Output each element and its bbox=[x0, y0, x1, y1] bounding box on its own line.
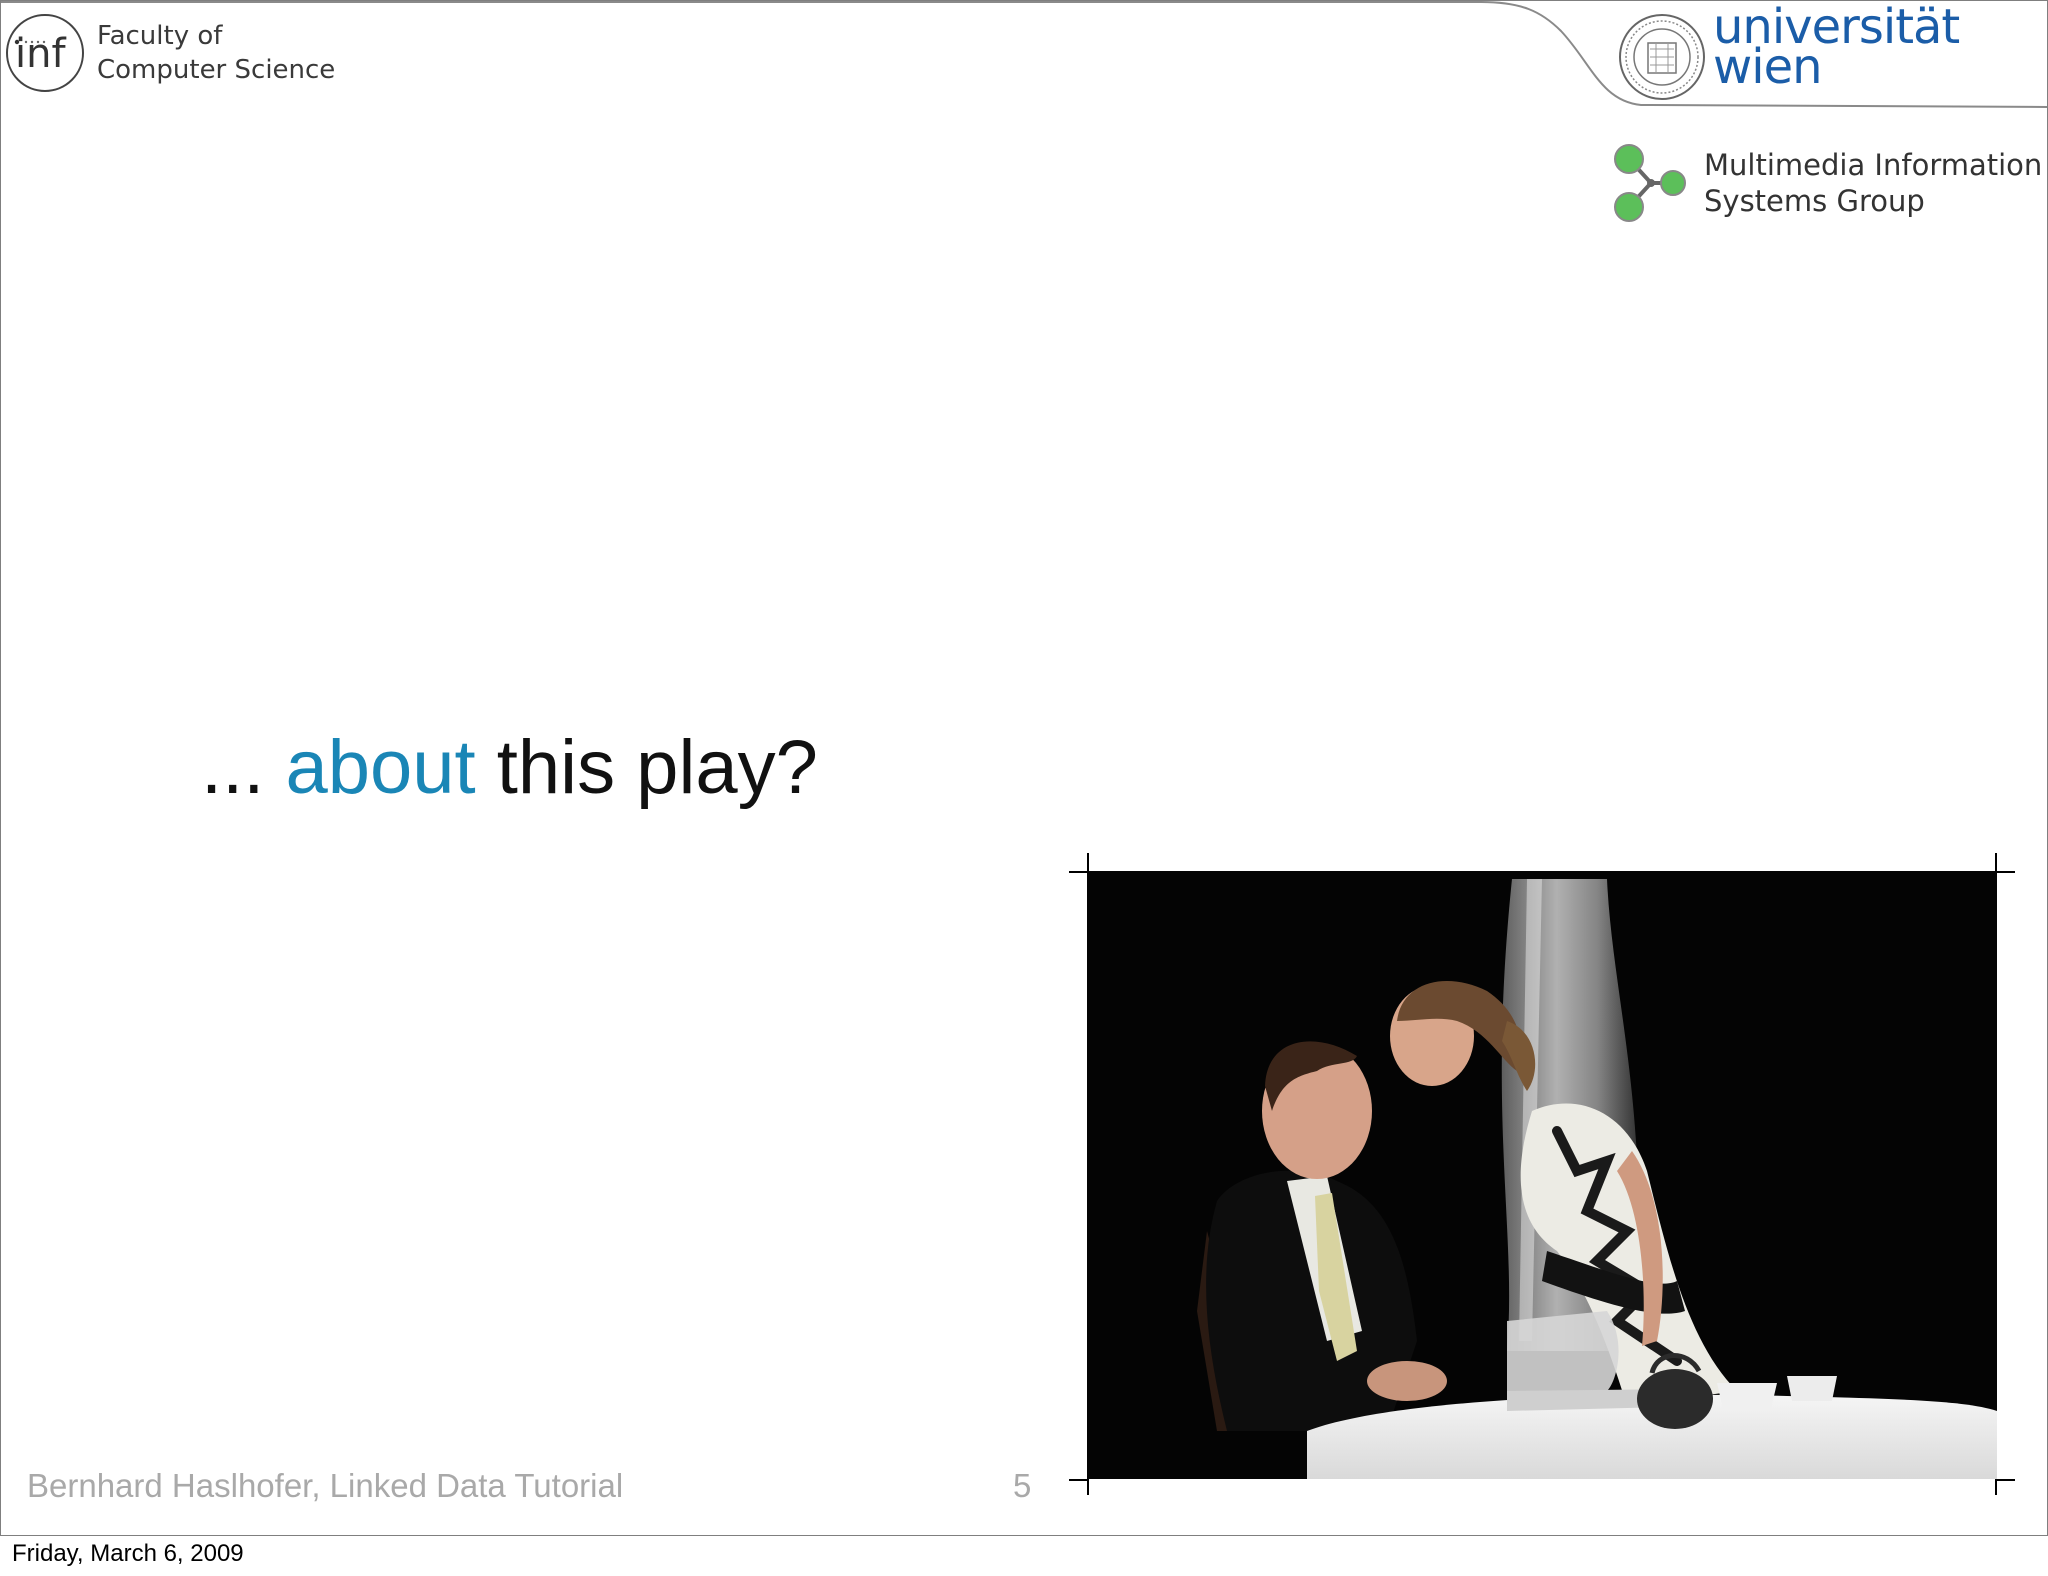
slide-title: ... about this play? bbox=[201, 723, 818, 813]
faculty-name: Faculty of Computer Science bbox=[97, 19, 335, 87]
group-name-line2: Systems Group bbox=[1704, 184, 1925, 218]
theatre-scene-image bbox=[1087, 871, 1997, 1479]
molecule-icon bbox=[1614, 144, 1686, 222]
slide: inf Faculty of Computer Science universi… bbox=[0, 0, 2048, 1536]
university-wordmark: universität wien bbox=[1713, 3, 1960, 91]
crop-mark-tr-v bbox=[1995, 853, 1997, 873]
crop-mark-tl-h bbox=[1069, 871, 1089, 873]
page-number: 5 bbox=[1013, 1467, 1032, 1504]
title-prefix: ... bbox=[201, 725, 265, 810]
print-date: Friday, March 6, 2009 bbox=[12, 1540, 244, 1567]
title-suffix: this play? bbox=[496, 725, 818, 810]
faculty-logo-icon: inf bbox=[6, 14, 84, 92]
title-highlight: about bbox=[285, 725, 476, 810]
footer-author: Bernhard Haslhofer, Linked Data Tutorial bbox=[27, 1467, 624, 1504]
faculty-name-line1: Faculty of bbox=[97, 21, 223, 51]
crop-mark-br-v bbox=[1995, 1479, 1997, 1495]
crop-mark-tr-h bbox=[1995, 871, 2015, 873]
crop-mark-bl-v bbox=[1087, 1479, 1089, 1495]
crop-mark-bl-h bbox=[1069, 1479, 1089, 1481]
faculty-name-line2: Computer Science bbox=[97, 55, 336, 85]
play-video-frame[interactable] bbox=[1087, 871, 1997, 1479]
university-seal-icon bbox=[1619, 14, 1705, 100]
crop-mark-br-h bbox=[1995, 1479, 2015, 1481]
crop-mark-tl-v bbox=[1087, 853, 1089, 873]
group-name: Multimedia Information Systems Group bbox=[1704, 147, 2042, 219]
faculty-logo-glyph: inf bbox=[15, 31, 66, 77]
group-name-line1: Multimedia Information bbox=[1704, 148, 2043, 182]
